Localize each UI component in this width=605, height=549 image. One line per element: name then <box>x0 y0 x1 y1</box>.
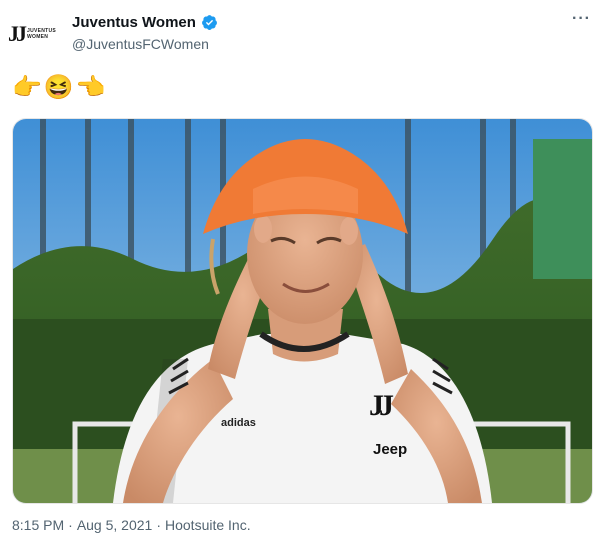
tweet-text: 👉 😆 👈 <box>12 76 106 100</box>
shirt-sponsor: Jeep <box>373 441 408 458</box>
shirt-brand: adidas <box>221 417 256 429</box>
tweet-meta: 8:15 PM · Aug 5, 2021 · Hootsuite Inc. <box>12 517 251 533</box>
more-options-icon[interactable]: ··· <box>572 10 591 28</box>
account-handle[interactable]: @JuventusFCWomen <box>72 36 209 52</box>
laughing-emoji-icon: 😆 <box>43 74 74 101</box>
tweet-time[interactable]: 8:15 PM <box>12 517 64 533</box>
display-name[interactable]: Juventus Women <box>72 14 196 31</box>
avatar-word-2: WOMEN <box>27 34 49 40</box>
meta-separator: · <box>68 517 73 533</box>
tweet-source[interactable]: Hootsuite Inc. <box>165 517 251 533</box>
shirt-crest: JJ <box>369 389 394 422</box>
point-right-emoji-icon: 👉 <box>12 74 42 101</box>
tweet-card: JJ JUVENTUS WOMEN Juventus Women @Juvent… <box>0 0 605 549</box>
avatar[interactable]: JJ JUVENTUS WOMEN <box>8 14 58 54</box>
point-left-emoji-icon: 👈 <box>75 74 106 101</box>
photo-illustration <box>13 119 592 503</box>
tweet-date[interactable]: Aug 5, 2021 <box>77 517 153 533</box>
avatar-wordmark: JUVENTUS WOMEN <box>27 28 56 40</box>
meta-separator-2: · <box>156 517 161 533</box>
tweet-photo[interactable]: JJ Jeep adidas <box>12 118 593 504</box>
verified-badge-icon <box>201 15 217 30</box>
name-row: Juventus Women <box>72 14 218 31</box>
avatar-crest: JJ <box>8 21 27 46</box>
